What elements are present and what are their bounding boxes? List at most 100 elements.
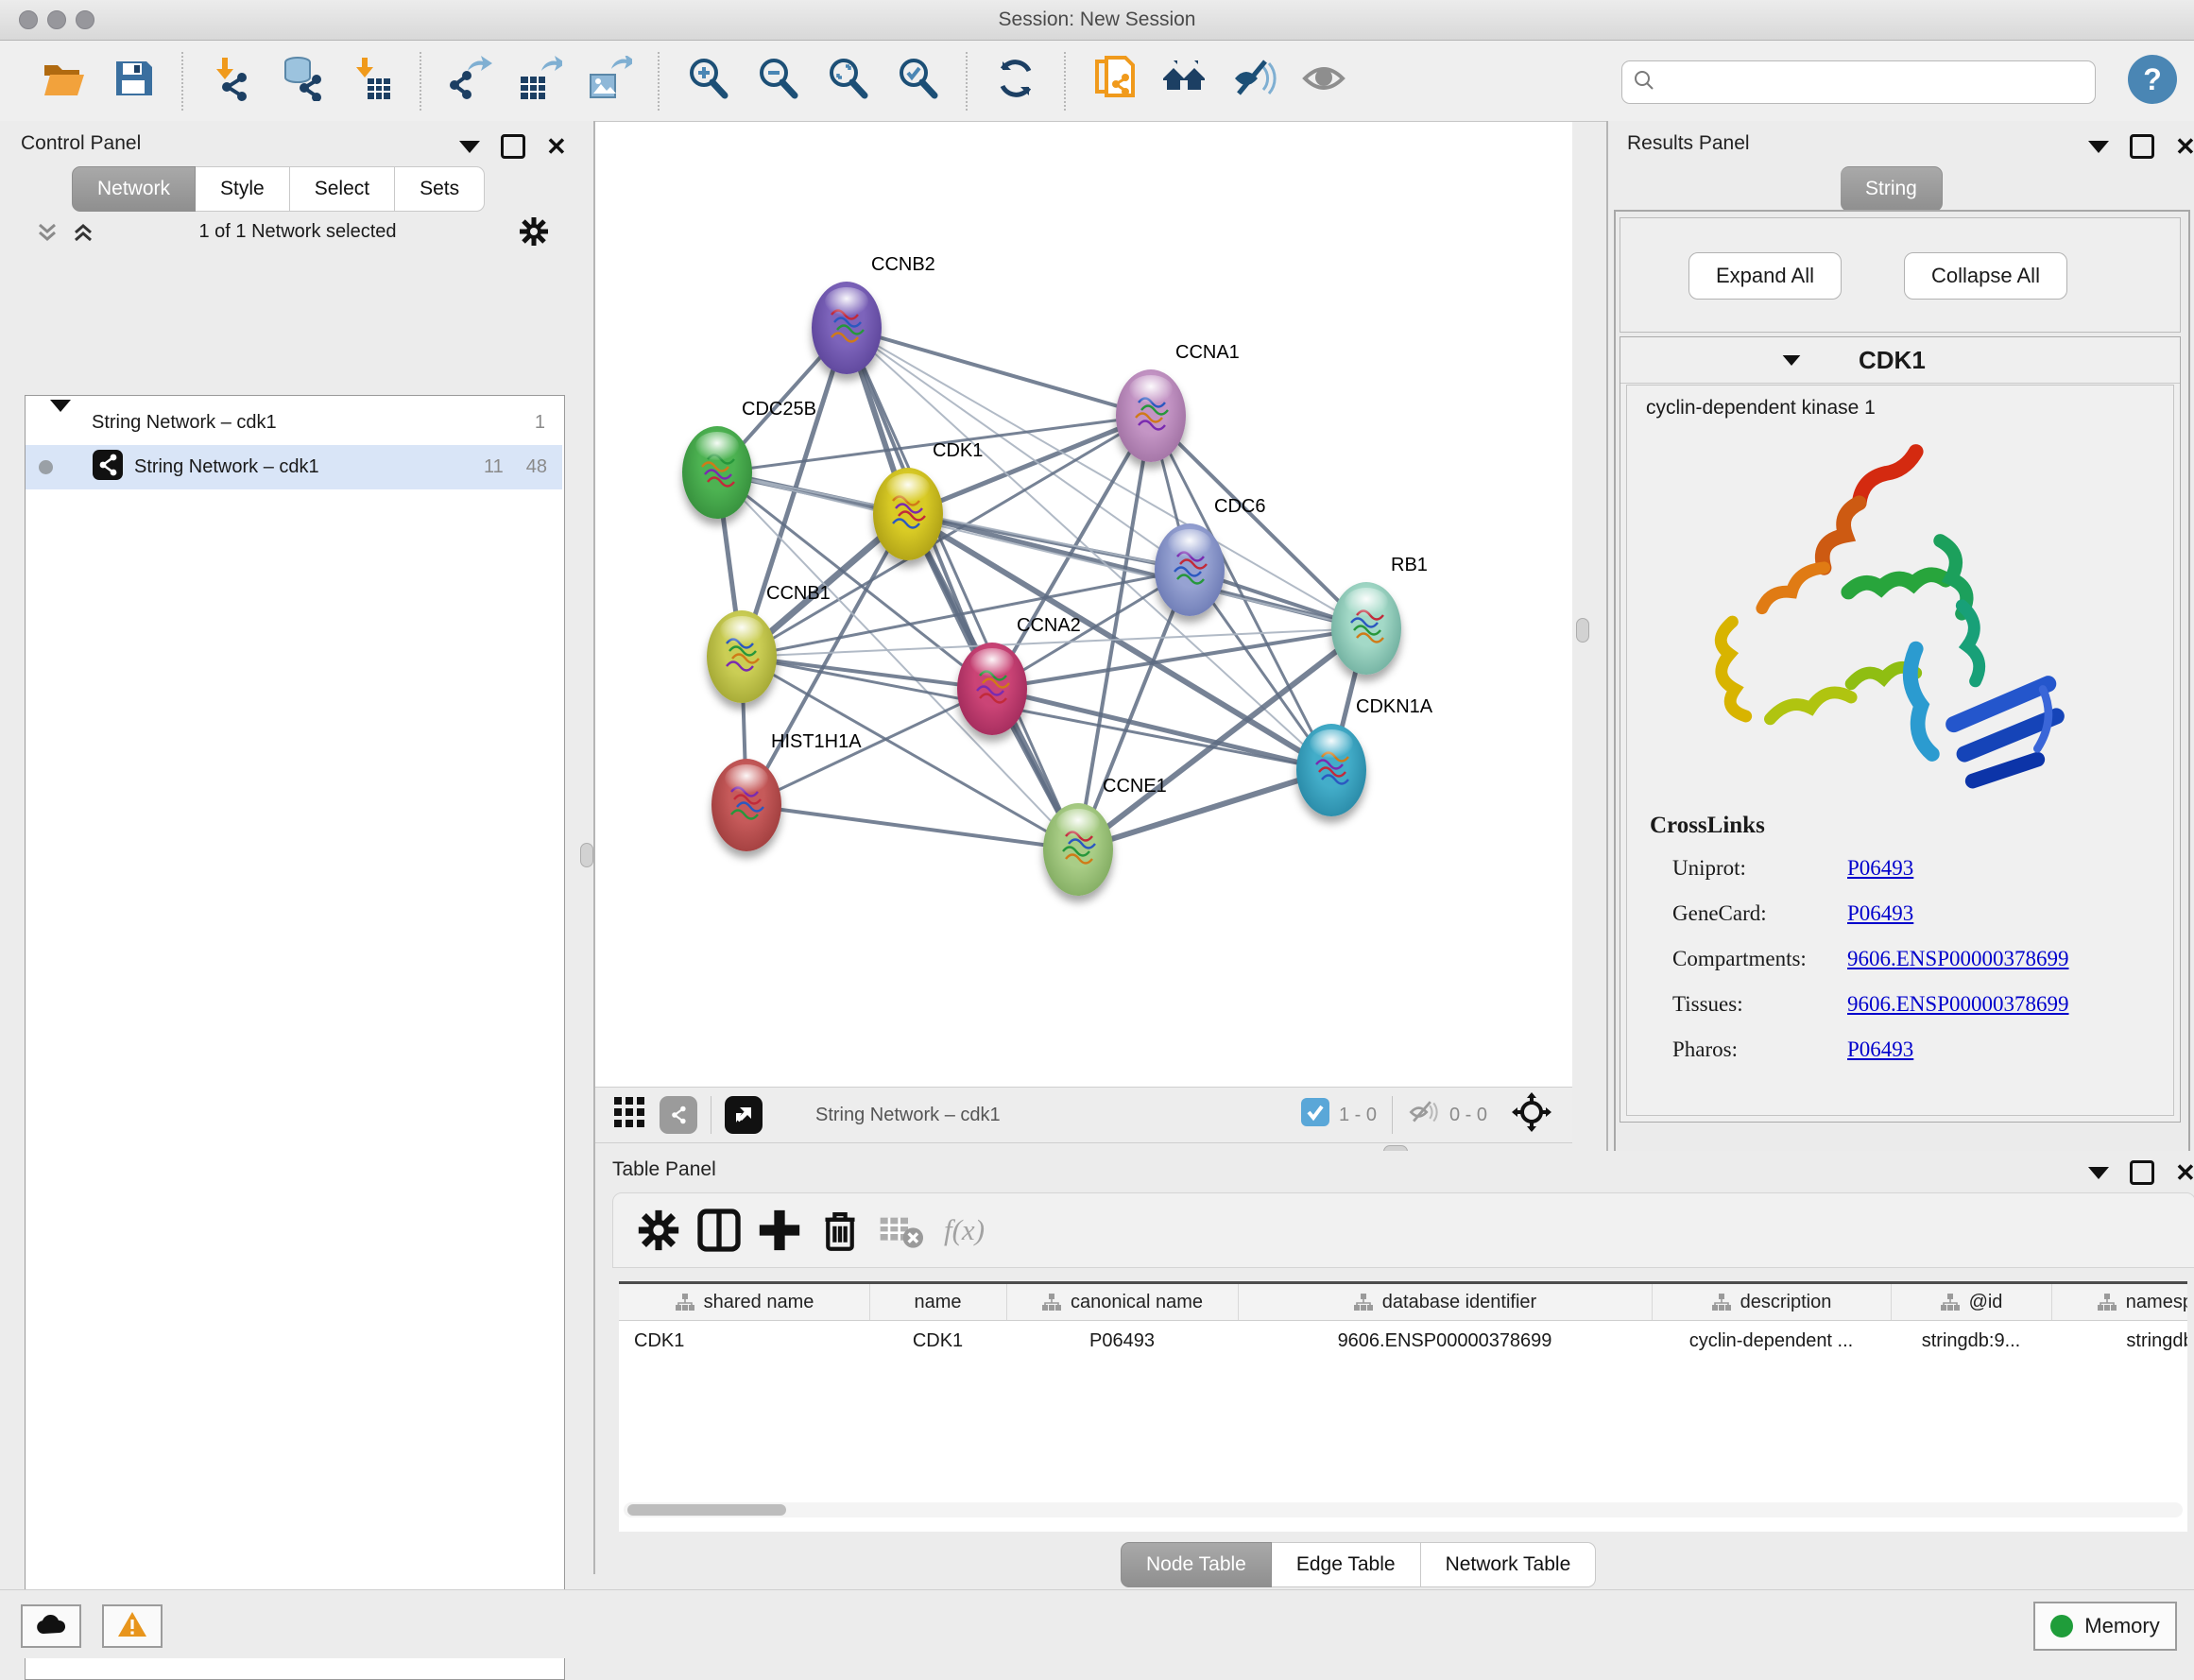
maximize-panel-icon[interactable] xyxy=(2130,134,2154,159)
save-session-button[interactable] xyxy=(109,57,158,106)
network-node-CDC6[interactable] xyxy=(1155,523,1225,616)
network-node-CDKN1A[interactable] xyxy=(1296,724,1366,816)
network-node-CCNA1[interactable] xyxy=(1116,369,1186,462)
network-collection-row[interactable]: String Network – cdk1 1 xyxy=(26,401,562,445)
close-panel-icon[interactable]: ✕ xyxy=(546,137,567,156)
save-floppy-icon xyxy=(111,56,156,106)
delete-table-icon[interactable] xyxy=(876,1206,925,1255)
export-network-button[interactable] xyxy=(445,57,494,106)
network-share-icon[interactable] xyxy=(660,1096,697,1134)
column-header[interactable]: database identifier xyxy=(1238,1284,1653,1320)
duplicate-network-button[interactable] xyxy=(1089,57,1139,106)
cloud-status-button[interactable] xyxy=(21,1604,81,1648)
detach-view-button[interactable] xyxy=(725,1096,763,1134)
delete-column-trash-icon[interactable] xyxy=(815,1206,865,1255)
tab-edge-table[interactable]: Edge Table xyxy=(1272,1542,1421,1587)
network-row-selected[interactable]: String Network – cdk1 11 48 xyxy=(26,445,562,489)
fit-content-crosshair-icon[interactable] xyxy=(1512,1092,1551,1138)
tab-style[interactable]: Style xyxy=(196,166,290,212)
column-header[interactable]: @id xyxy=(1891,1284,2052,1320)
column-header[interactable]: description xyxy=(1652,1284,1892,1320)
import-network-file-button[interactable] xyxy=(207,57,256,106)
birdseye-grid-icon[interactable] xyxy=(612,1095,646,1135)
column-header[interactable]: canonical name xyxy=(1006,1284,1239,1320)
network-node-CCNE1[interactable] xyxy=(1043,803,1113,896)
crosslink-link[interactable]: 9606.ENSP00000378699 xyxy=(1847,992,2069,1016)
table-hscrollbar[interactable] xyxy=(624,1502,2183,1517)
toolbar-search[interactable] xyxy=(1621,60,2096,104)
table-cell[interactable]: CDK1 xyxy=(869,1322,1006,1360)
column-header[interactable]: namespace xyxy=(2051,1284,2187,1320)
import-table-button[interactable] xyxy=(347,57,396,106)
network-node-RB1[interactable] xyxy=(1331,582,1401,675)
table-hscrollbar-thumb[interactable] xyxy=(627,1504,786,1516)
close-panel-icon[interactable]: ✕ xyxy=(2175,1163,2194,1182)
network-node-CCNA2[interactable] xyxy=(957,643,1027,735)
gene-card-header[interactable]: CDK1 xyxy=(1620,337,2180,384)
import-network-database-button[interactable] xyxy=(277,57,326,106)
network-node-CCNB1[interactable] xyxy=(707,610,777,703)
tab-string[interactable]: String xyxy=(1841,166,1943,212)
memory-button[interactable]: Memory xyxy=(2033,1602,2177,1651)
tab-network[interactable]: Network xyxy=(72,166,196,212)
left-splitter-handle[interactable] xyxy=(580,843,593,867)
right-splitter-handle[interactable] xyxy=(1576,618,1589,643)
function-builder-fx[interactable]: f(x) xyxy=(944,1213,985,1247)
create-column-plus-icon[interactable] xyxy=(755,1206,804,1255)
protein-thumbnail xyxy=(971,666,1013,711)
apply-layout-button[interactable] xyxy=(991,57,1040,106)
network-node-CDK1[interactable] xyxy=(873,468,943,560)
protein-thumbnail xyxy=(696,450,738,495)
maximize-panel-icon[interactable] xyxy=(501,134,525,159)
tab-select[interactable]: Select xyxy=(290,166,395,212)
warnings-button[interactable] xyxy=(102,1604,163,1648)
help-button[interactable]: ? xyxy=(2128,55,2177,104)
float-panel-icon[interactable] xyxy=(459,141,480,153)
tree-expander-icon[interactable] xyxy=(50,412,71,434)
selected-checkbox-icon[interactable] xyxy=(1301,1098,1329,1132)
tab-node-table[interactable]: Node Table xyxy=(1121,1542,1272,1587)
column-header-label: description xyxy=(1740,1292,1832,1313)
collapse-all-networks-icon[interactable] xyxy=(34,219,60,250)
crosslink-link[interactable]: P06493 xyxy=(1847,856,1913,880)
tab-network-table[interactable]: Network Table xyxy=(1421,1542,1597,1587)
float-panel-icon[interactable] xyxy=(2088,141,2109,153)
table-cell[interactable]: P06493 xyxy=(1006,1322,1238,1360)
export-image-button[interactable] xyxy=(585,57,634,106)
table-cell[interactable]: stringdb xyxy=(2051,1322,2187,1360)
tab-sets[interactable]: Sets xyxy=(395,166,485,212)
show-all-button[interactable] xyxy=(1299,57,1348,106)
search-input[interactable] xyxy=(1666,63,2095,101)
table-options-gear-icon[interactable] xyxy=(634,1206,683,1255)
network-node-CCNB2[interactable] xyxy=(812,282,882,374)
open-session-button[interactable] xyxy=(39,57,88,106)
column-header[interactable]: name xyxy=(869,1284,1007,1320)
table-cell[interactable]: 9606.ENSP00000378699 xyxy=(1238,1322,1652,1360)
zoom-selected-button[interactable] xyxy=(893,57,942,106)
network-node-CDC25B[interactable] xyxy=(682,426,752,519)
network-node-HIST1H1A[interactable] xyxy=(711,759,781,851)
close-panel-icon[interactable]: ✕ xyxy=(2175,137,2194,156)
network-options-gear-icon[interactable] xyxy=(518,215,550,252)
maximize-panel-icon[interactable] xyxy=(2130,1160,2154,1185)
zoom-out-button[interactable] xyxy=(753,57,802,106)
table-cell[interactable]: cyclin-dependent ... xyxy=(1652,1322,1891,1360)
crosslink-link[interactable]: 9606.ENSP00000378699 xyxy=(1847,947,2069,970)
collapse-all-button[interactable]: Collapse All xyxy=(1904,252,2067,300)
first-neighbors-button[interactable] xyxy=(1159,57,1208,106)
column-header[interactable]: shared name xyxy=(619,1284,870,1320)
table-cell[interactable]: CDK1 xyxy=(619,1322,884,1360)
network-canvas[interactable]: CCNB2CCNA1CDC25BCDK1CDC6RB1CCNB1CCNA2CDK… xyxy=(595,122,1572,1087)
zoom-in-button[interactable] xyxy=(683,57,732,106)
export-table-button[interactable] xyxy=(515,57,564,106)
expand-all-button[interactable]: Expand All xyxy=(1688,252,1842,300)
float-panel-icon[interactable] xyxy=(2088,1167,2109,1179)
collapse-gene-icon[interactable] xyxy=(1783,354,1801,365)
crosslink-link[interactable]: P06493 xyxy=(1847,901,1913,925)
zoom-fit-button[interactable] xyxy=(823,57,872,106)
crosslink-link[interactable]: P06493 xyxy=(1847,1037,1913,1061)
show-columns-icon[interactable] xyxy=(694,1206,744,1255)
table-cell[interactable]: stringdb:9... xyxy=(1891,1322,2051,1360)
hide-selected-button[interactable] xyxy=(1229,57,1278,106)
expand-all-networks-icon[interactable] xyxy=(70,219,96,250)
